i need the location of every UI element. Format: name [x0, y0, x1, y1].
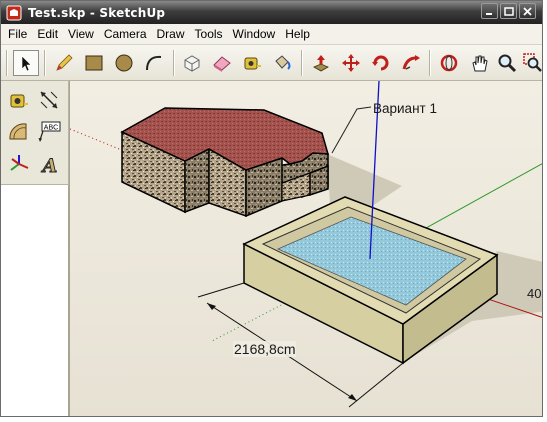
- rotate-tool-button[interactable]: [368, 50, 394, 76]
- protractor-side-button[interactable]: [6, 119, 32, 145]
- circle-icon: [115, 54, 133, 72]
- dimension-arrow-left: [207, 303, 216, 310]
- menu-draw[interactable]: Draw: [152, 24, 190, 45]
- main-toolbar: [1, 45, 542, 81]
- orbit-icon: [440, 54, 458, 72]
- tape-measure-icon: [244, 57, 261, 70]
- make-component-tool-button[interactable]: [179, 50, 205, 76]
- select-icon: [21, 55, 32, 72]
- 3d-text-label: A: [41, 155, 58, 175]
- toolbar-separator: [429, 50, 430, 76]
- minimize-button[interactable]: [481, 3, 498, 19]
- push-pull-icon: [313, 55, 329, 72]
- label-leader-line: [331, 106, 372, 154]
- sketchup-logo-icon: [6, 5, 22, 21]
- dimension-arrow-right: [348, 394, 357, 401]
- zoom-window-icon: [523, 53, 542, 72]
- zoom-window-tool-button[interactable]: [520, 50, 542, 76]
- arc-icon: [146, 55, 162, 71]
- menu-help[interactable]: Help: [280, 24, 315, 45]
- partial-dimension-value[interactable]: 40: [527, 286, 541, 301]
- dimensions-side-button[interactable]: [36, 87, 62, 113]
- maximize-button[interactable]: [500, 3, 517, 19]
- dimension-value[interactable]: 2168,8cm: [233, 341, 297, 357]
- select-tool-button[interactable]: [13, 50, 39, 76]
- 3d-text-side-button[interactable]: A: [36, 151, 62, 177]
- window-controls: [481, 3, 536, 19]
- toolbar-separator: [44, 50, 45, 76]
- paint-bucket-icon: [275, 55, 291, 70]
- eraser-tool-button[interactable]: [209, 50, 235, 76]
- house-model[interactable]: [120, 107, 330, 218]
- sketchup-window: Test.skp - SketchUp File Edit View Camer…: [0, 0, 543, 417]
- make-component-icon: [184, 55, 200, 72]
- push-pull-tool-button[interactable]: [308, 50, 334, 76]
- arc-tool-button[interactable]: [141, 50, 167, 76]
- toolbar-separator: [301, 50, 302, 76]
- variant-label[interactable]: Вариант 1: [373, 101, 437, 116]
- protractor-icon: [9, 123, 27, 140]
- follow-me-icon: [402, 55, 420, 70]
- close-button[interactable]: [519, 3, 536, 19]
- pan-icon: [472, 55, 488, 72]
- tape-measure-side-button[interactable]: [6, 87, 32, 113]
- red-axis-dotted: [70, 128, 125, 152]
- menu-window[interactable]: Window: [228, 24, 281, 45]
- title-bar: Test.skp - SketchUp: [1, 1, 542, 24]
- follow-me-tool-button[interactable]: [398, 50, 424, 76]
- axes-side-button[interactable]: [6, 151, 32, 177]
- tape-measure-icon: [10, 94, 28, 108]
- dimension-extension-right: [348, 362, 404, 408]
- construction-toolbar: ABC A: [1, 81, 69, 185]
- zoom-icon: [498, 54, 517, 73]
- pan-tool-button[interactable]: [466, 50, 492, 76]
- eraser-icon: [213, 56, 231, 72]
- dimensions-icon: [40, 91, 58, 109]
- text-side-button[interactable]: ABC: [36, 119, 62, 145]
- menu-bar: File Edit View Camera Draw Tools Window …: [1, 24, 542, 45]
- pencil-icon: [56, 54, 73, 71]
- pencil-tool-button[interactable]: [51, 50, 77, 76]
- menu-file[interactable]: File: [1, 24, 32, 45]
- menu-camera[interactable]: Camera: [99, 24, 152, 45]
- text-icon: ABC: [38, 121, 61, 142]
- left-blank-area: [1, 185, 69, 416]
- menu-edit[interactable]: Edit: [32, 24, 63, 45]
- axes-icon: [10, 155, 29, 171]
- 3d-text-icon: A: [40, 155, 58, 175]
- tape-measure-tool-button[interactable]: [239, 50, 265, 76]
- rectangle-icon: [85, 55, 103, 71]
- window-title: Test.skp - SketchUp: [28, 5, 166, 20]
- 3d-viewport[interactable]: Вариант 1 2168,8cm 40: [69, 81, 543, 417]
- rotate-icon: [372, 55, 389, 71]
- orbit-tool-button[interactable]: [436, 50, 462, 76]
- paint-bucket-tool-button[interactable]: [269, 50, 295, 76]
- circle-tool-button[interactable]: [111, 50, 137, 76]
- menu-view[interactable]: View: [63, 24, 99, 45]
- scene-canvas[interactable]: [70, 81, 543, 417]
- move-tool-button[interactable]: [338, 50, 364, 76]
- zoom-tool-button[interactable]: [494, 50, 520, 76]
- toolbar-separator: [173, 50, 174, 76]
- toolbar-grip: [6, 50, 7, 76]
- text-tool-label: ABC: [44, 125, 58, 132]
- menu-tools[interactable]: Tools: [190, 24, 228, 45]
- move-icon: [342, 54, 360, 72]
- rectangle-tool-button[interactable]: [81, 50, 107, 76]
- dimension-extension-left: [197, 282, 245, 298]
- pool-model[interactable]: [242, 196, 499, 365]
